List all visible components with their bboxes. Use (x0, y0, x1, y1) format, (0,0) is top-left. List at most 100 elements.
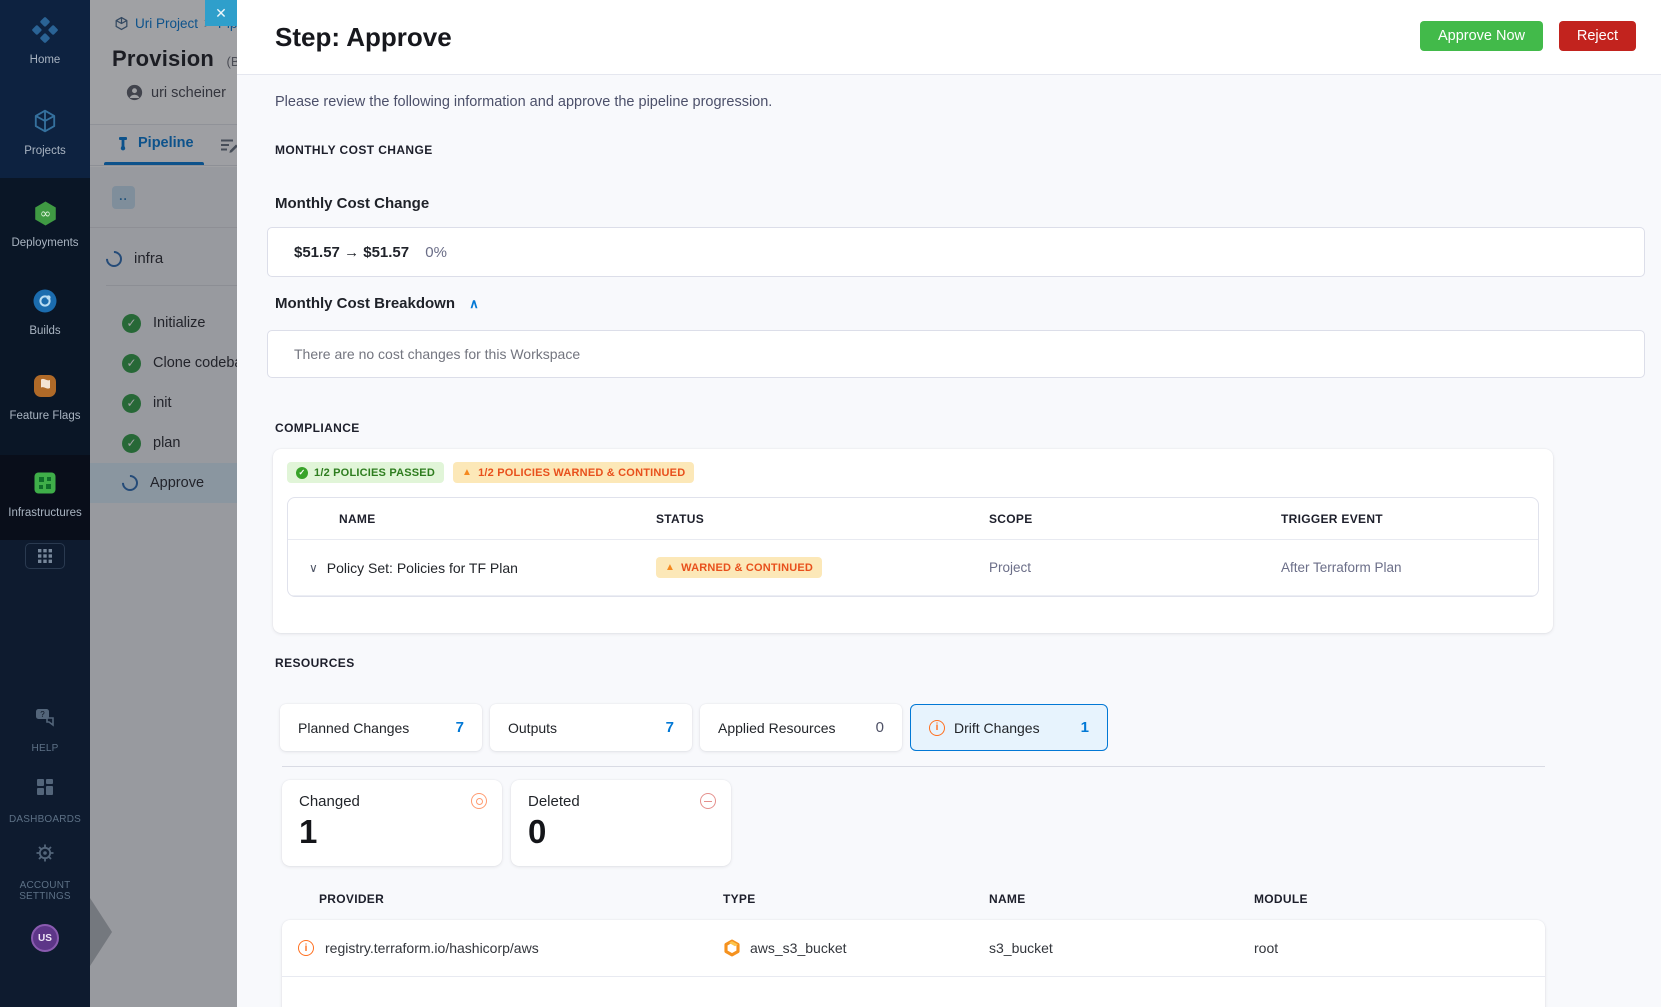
deleted-label: Deleted (528, 793, 580, 810)
drawer-header: Step: Approve Approve Now Reject (237, 0, 1661, 75)
tab-count: 7 (455, 719, 464, 736)
col-header-type: TYPE (723, 892, 756, 906)
resource-name: s3_bucket (989, 940, 1053, 956)
feature-flags-icon (32, 373, 58, 401)
status-badge: ▲ WARNED & CONTINUED (656, 557, 823, 578)
cost-breakdown-box: There are no cost changes for this Works… (267, 330, 1645, 378)
avatar-initials: US (38, 932, 52, 944)
policy-set-name: Policy Set: Policies for TF Plan (326, 559, 518, 576)
sidebar-item-projects[interactable]: Projects (0, 108, 90, 157)
tab-drift-changes[interactable]: i Drift Changes 1 (910, 704, 1108, 751)
approve-now-button[interactable]: Approve Now (1419, 21, 1543, 51)
sidebar-item-builds[interactable]: Builds (0, 288, 90, 337)
modal-overlay[interactable] (90, 0, 237, 1007)
aws-s3-bucket-icon (723, 939, 741, 957)
resource-provider: registry.terraform.io/hashicorp/aws (325, 940, 539, 956)
cost-from: $51.57 (294, 243, 340, 261)
tab-label: Applied Resources (718, 719, 836, 736)
gear-icon (35, 843, 55, 871)
cost-change-line: $51.57 → $51.57 0% (294, 244, 447, 261)
reject-button[interactable]: Reject (1558, 21, 1636, 51)
col-header-module: MODULE (1254, 892, 1308, 906)
chevron-up-icon: ∧ (469, 296, 479, 311)
projects-icon (32, 108, 58, 136)
sidebar-item-deployments[interactable]: ∞ Deployments (0, 200, 90, 249)
policy-badges: ✓ 1/2 POLICIES PASSED ▲ 1/2 POLICIES WAR… (287, 462, 1539, 483)
resource-module: root (1254, 940, 1279, 956)
section-compliance: COMPLIANCE (275, 421, 360, 435)
changed-label: Changed (299, 793, 360, 810)
left-nav: Home Projects ∞ Deployments Builds Featu… (0, 0, 90, 1007)
sidebar-item-label: Feature Flags (9, 410, 81, 422)
check-circle-icon: ✓ (296, 466, 308, 479)
col-header-scope: SCOPE (989, 511, 1033, 526)
sidebar-item-feature-flags[interactable]: Feature Flags (0, 373, 90, 422)
drawer-body: Please review the following information … (237, 75, 1661, 1007)
tab-label: Outputs (508, 719, 558, 736)
policies-warned-badge: ▲ 1/2 POLICIES WARNED & CONTINUED (452, 462, 695, 483)
sidebar-item-label: SETTINGS (19, 891, 71, 902)
tab-count: 0 (875, 719, 884, 736)
cost-to: $51.57 (363, 243, 410, 261)
changed-card: Changed 1 (282, 780, 502, 866)
policies-passed-badge: ✓ 1/2 POLICIES PASSED (287, 462, 444, 483)
sidebar-item-home[interactable]: Home (0, 17, 90, 66)
svg-text:?: ? (40, 710, 45, 719)
sidebar-item-infrastructures[interactable]: Infrastructures (0, 470, 90, 519)
tab-label: Drift Changes (954, 719, 1040, 736)
deployments-icon: ∞ (32, 200, 59, 228)
cost-change-box: $51.57 → $51.57 0% (267, 227, 1645, 277)
tab-count: 1 (1080, 719, 1089, 736)
approve-step-drawer: ✕ Step: Approve Approve Now Reject Pleas… (205, 0, 1661, 1007)
sidebar-item-label: Home (29, 54, 61, 66)
module-grid-button[interactable] (25, 543, 65, 569)
infrastructures-icon (32, 470, 58, 498)
policies-warned-label: 1/2 POLICIES WARNED & CONTINUED (478, 466, 686, 479)
cost-percent: 0% (425, 243, 447, 261)
sidebar-item-label: Builds (29, 325, 61, 337)
warning-triangle-icon: ▲ (665, 562, 676, 573)
user-avatar[interactable]: US (31, 924, 59, 952)
intro-text: Please review the following information … (275, 94, 773, 110)
table-row[interactable]: i registry.terraform.io/hashicorp/aws aw… (282, 920, 1545, 977)
policies-passed-label: 1/2 POLICIES PASSED (314, 466, 435, 479)
divider (282, 766, 1545, 767)
home-icon (32, 17, 58, 45)
page-title: Step: Approve (275, 22, 452, 52)
tab-planned-changes[interactable]: Planned Changes 7 (280, 704, 482, 751)
cost-breakdown-toggle[interactable]: Monthly Cost Breakdown ∧ (275, 295, 479, 312)
sidebar-item-label: Projects (24, 145, 66, 157)
section-monthly-cost-change: MONTHLY COST CHANGE (275, 143, 433, 157)
drift-summary-cards: Changed 1 Deleted 0 (282, 780, 731, 866)
sidebar-item-account-settings[interactable]: ACCOUNT SETTINGS (0, 843, 90, 902)
policy-scope: Project (989, 560, 1032, 575)
col-header-trigger-event: TRIGGER EVENT (1281, 511, 1383, 526)
col-header-provider: PROVIDER (319, 892, 385, 906)
table-row[interactable]: ∨ Policy Set: Policies for TF Plan ▲ WAR… (288, 540, 1538, 596)
status-badge-label: WARNED & CONTINUED (681, 561, 814, 574)
section-resources: RESOURCES (275, 656, 355, 670)
builds-icon (32, 288, 58, 316)
close-icon[interactable]: ✕ (205, 0, 237, 26)
cost-breakdown-heading: Monthly Cost Breakdown (275, 295, 456, 312)
tab-applied-resources[interactable]: Applied Resources 0 (700, 704, 902, 751)
tab-label: Planned Changes (298, 719, 410, 736)
deleted-count: 0 (528, 813, 547, 850)
col-header-status: STATUS (656, 511, 705, 526)
tab-outputs[interactable]: Outputs 7 (490, 704, 692, 751)
dashboards-icon (35, 777, 55, 805)
drift-table-header: PROVIDER TYPE NAME MODULE (282, 892, 1545, 906)
sidebar-item-help[interactable]: ? HELP (0, 706, 90, 754)
svg-text:∞: ∞ (39, 206, 50, 222)
deleted-card: Deleted 0 (511, 780, 731, 866)
col-header-name: NAME (339, 511, 376, 526)
tab-count: 7 (665, 719, 674, 736)
grid-icon (38, 549, 52, 563)
changed-count: 1 (299, 813, 318, 850)
col-header-name: NAME (989, 892, 1026, 906)
drift-table: i registry.terraform.io/hashicorp/aws aw… (282, 920, 1545, 1007)
sidebar-item-dashboards[interactable]: DASHBOARDS (0, 777, 90, 825)
chevron-down-icon[interactable]: ∨ (309, 561, 318, 575)
policy-table-header: NAME STATUS SCOPE TRIGGER EVENT (288, 498, 1538, 540)
policy-trigger-event: After Terraform Plan (1281, 560, 1402, 575)
